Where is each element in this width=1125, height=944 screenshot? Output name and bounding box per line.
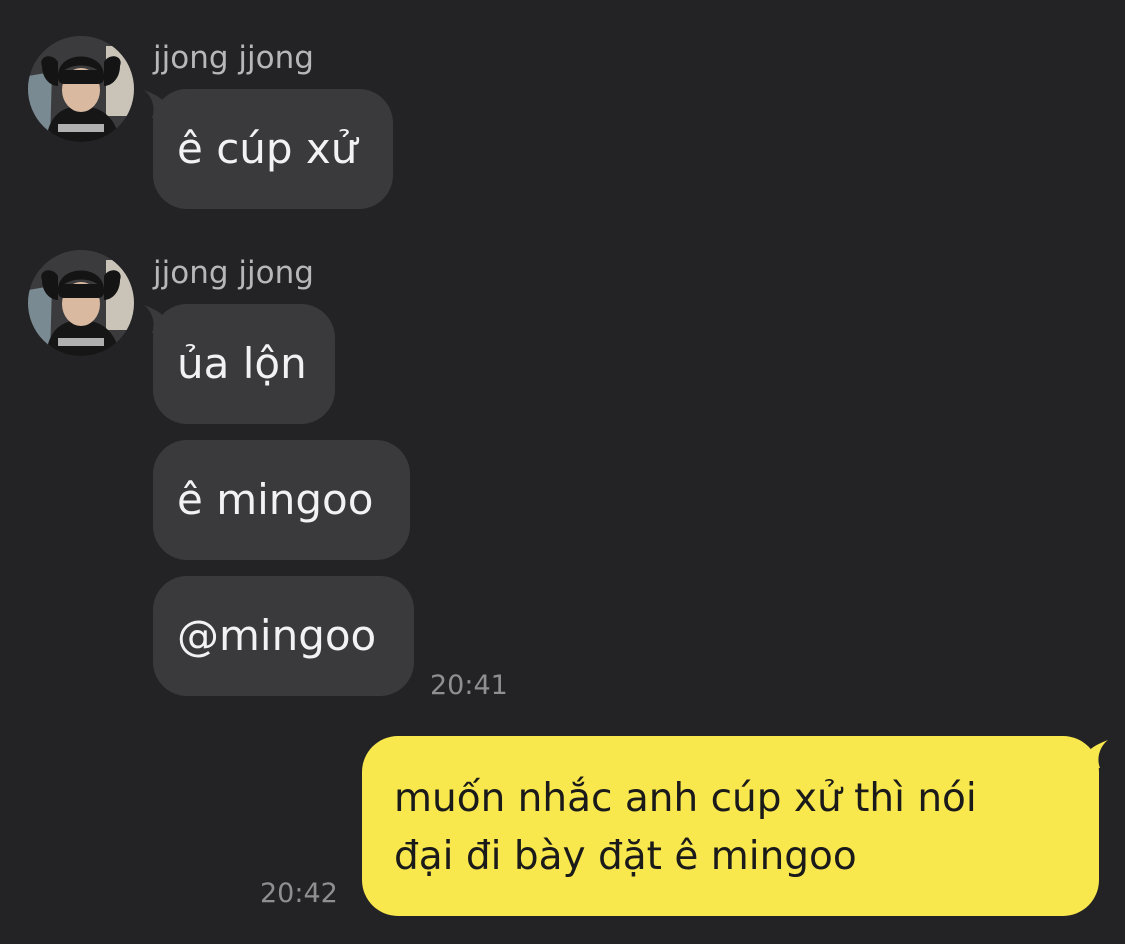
message-line: đại đi bày đặt ê mingoo <box>394 834 857 879</box>
message-timestamp: 20:41 <box>430 670 508 701</box>
sender-name: jjong jjong <box>153 255 314 291</box>
avatar[interactable] <box>28 250 134 356</box>
avatar-photo-icon <box>28 250 134 356</box>
avatar[interactable] <box>28 36 134 142</box>
avatar-photo-icon <box>28 36 134 142</box>
outgoing-message-bubble[interactable]: muốn nhắc anh cúp xử thì nói đại đi bày … <box>362 736 1099 916</box>
message-bubble[interactable]: ủa lộn <box>153 304 335 424</box>
message-timestamp: 20:42 <box>260 878 338 909</box>
message-bubble[interactable]: @mingoo <box>153 576 414 696</box>
message-bubble[interactable]: ê cúp xử <box>153 89 393 209</box>
message-line: muốn nhắc anh cúp xử thì nói <box>394 776 977 821</box>
message-bubble[interactable]: ê mingoo <box>153 440 410 560</box>
sender-name: jjong jjong <box>153 40 314 76</box>
chat-window: jjong jjong ê cúp xử jjong jjong ủa lộn … <box>0 0 1125 944</box>
